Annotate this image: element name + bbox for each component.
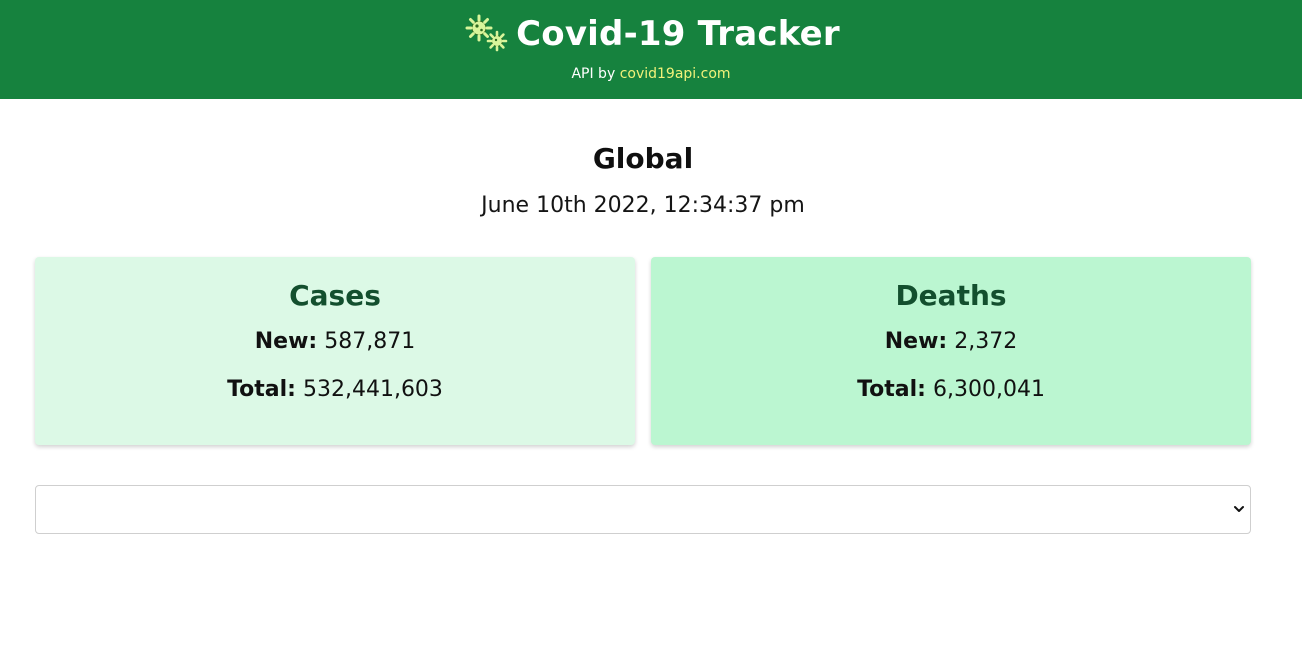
cases-total-value: 532,441,603 [302, 377, 443, 402]
deaths-new-value: 2,372 [954, 329, 1018, 354]
cases-new-stat: New: 587,871 [35, 327, 635, 357]
app-title: Covid-19 Tracker [516, 14, 840, 54]
stats-cards: Cases New: 587,871 Total: 532,441,603 De… [35, 257, 1251, 445]
last-updated-timestamp: June 10th 2022, 12:34:37 pm [481, 193, 805, 218]
cases-card-title: Cases [289, 279, 381, 312]
main-content: Global June 10th 2022, 12:34:37 pm Cases… [0, 142, 1302, 534]
cases-total-stat: Total: 532,441,603 [35, 375, 635, 405]
deaths-total-value: 6,300,041 [932, 377, 1045, 402]
app-header: Covid-19 Tracker API by covid19api.com [0, 0, 1302, 99]
header-title-row: Covid-19 Tracker [0, 12, 1302, 56]
api-credit: API by covid19api.com [0, 65, 1302, 83]
country-select-wrapper [35, 485, 1251, 534]
deaths-card-title: Deaths [895, 279, 1007, 312]
cases-card: Cases New: 587,871 Total: 532,441,603 [35, 257, 635, 445]
deaths-new-stat: New: 2,372 [651, 327, 1251, 357]
cases-new-value: 587,871 [324, 329, 416, 354]
api-credit-prefix: API by [571, 66, 616, 82]
deaths-card: Deaths New: 2,372 Total: 6,300,041 [651, 257, 1251, 445]
deaths-total-stat: Total: 6,300,041 [651, 375, 1251, 405]
cases-new-label: New: [254, 329, 318, 354]
cases-total-label: Total: [227, 377, 296, 402]
deaths-total-label: Total: [857, 377, 926, 402]
region-title: Global [592, 142, 694, 175]
country-select[interactable] [35, 485, 1251, 534]
api-source-link[interactable]: covid19api.com [620, 66, 731, 82]
deaths-new-label: New: [884, 329, 948, 354]
virus-icon [462, 14, 508, 54]
